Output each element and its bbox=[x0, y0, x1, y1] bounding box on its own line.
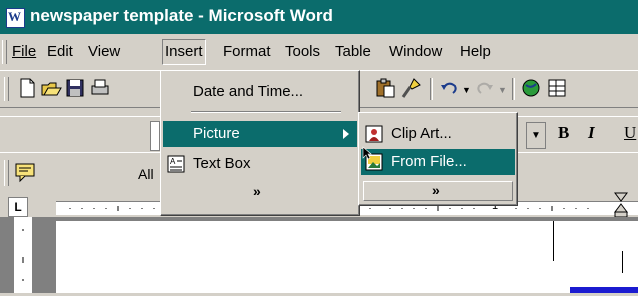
text-box-icon: A bbox=[167, 155, 185, 182]
menu-item-text-box[interactable]: A Text Box bbox=[163, 151, 357, 177]
menu-item-text-box-label: Text Box bbox=[193, 155, 251, 172]
menu-bar: File Edit View Insert Format Tools Table… bbox=[0, 34, 638, 70]
format-painter-icon[interactable] bbox=[400, 77, 422, 99]
menu-item-picture[interactable]: Picture bbox=[163, 121, 357, 147]
menu-item-date-time-label: Date and Time... bbox=[193, 83, 304, 100]
menu-file[interactable]: File bbox=[12, 40, 36, 64]
open-folder-icon[interactable] bbox=[40, 77, 62, 99]
tab-selector-button[interactable]: L bbox=[8, 197, 28, 217]
font-size-dropdown-icon[interactable]: ▼ bbox=[526, 122, 546, 149]
menu-separator bbox=[191, 111, 341, 113]
menu-item-picture-label: Picture bbox=[193, 125, 240, 142]
menu-edit[interactable]: Edit bbox=[47, 40, 73, 64]
toolbar-separator bbox=[430, 78, 433, 100]
column-guide bbox=[622, 251, 623, 273]
menu-item-from-file-label: From File... bbox=[391, 153, 467, 170]
menu-item-date-time[interactable]: Date and Time... bbox=[163, 79, 357, 105]
blue-shape bbox=[570, 287, 638, 293]
undo-dropdown-icon[interactable]: ▼ bbox=[462, 85, 471, 95]
style-combo[interactable] bbox=[150, 121, 160, 151]
tables-borders-icon[interactable] bbox=[546, 77, 568, 99]
comment-icon[interactable] bbox=[14, 161, 36, 183]
underline-button[interactable]: U bbox=[624, 123, 636, 143]
menu-help[interactable]: Help bbox=[460, 40, 491, 64]
menu-expand-icon[interactable]: » bbox=[253, 183, 261, 199]
menubar-grip[interactable] bbox=[2, 40, 7, 64]
title-bar: newspaper template - Microsoft Word bbox=[0, 0, 638, 34]
menu-window[interactable]: Window bbox=[389, 40, 442, 64]
submenu-expand-area[interactable]: » bbox=[363, 181, 513, 201]
undo-icon[interactable] bbox=[438, 77, 460, 99]
style-value-label: All bbox=[138, 166, 154, 182]
vertical-ruler[interactable] bbox=[14, 217, 33, 293]
italic-button[interactable]: I bbox=[588, 123, 595, 143]
menu-item-clip-art[interactable]: Clip Art... bbox=[361, 121, 515, 147]
menu-format[interactable]: Format bbox=[223, 40, 271, 64]
svg-text:A: A bbox=[170, 157, 176, 166]
document-page[interactable] bbox=[56, 221, 638, 293]
web-toolbar-icon[interactable] bbox=[520, 77, 542, 99]
print-icon[interactable] bbox=[88, 77, 110, 99]
toolbar-grip[interactable] bbox=[4, 160, 9, 186]
menu-table[interactable]: Table bbox=[335, 40, 371, 64]
redo-dropdown-icon[interactable]: ▼ bbox=[498, 85, 507, 95]
redo-icon[interactable] bbox=[474, 77, 496, 99]
paste-icon[interactable] bbox=[374, 77, 396, 99]
menu-view[interactable]: View bbox=[88, 40, 120, 64]
toolbar-separator bbox=[512, 78, 515, 100]
insert-menu: Date and Time... Picture A Text Box » bbox=[160, 70, 360, 216]
submenu-arrow-icon bbox=[343, 129, 349, 139]
submenu-expand-icon[interactable]: » bbox=[432, 182, 440, 198]
menu-item-clip-art-label: Clip Art... bbox=[391, 125, 452, 142]
word-app-icon[interactable] bbox=[6, 8, 25, 28]
toolbar-grip[interactable] bbox=[4, 77, 9, 101]
picture-submenu: Clip Art... From File... » bbox=[358, 112, 518, 206]
menu-insert[interactable]: Insert bbox=[162, 39, 206, 65]
menu-tools[interactable]: Tools bbox=[285, 40, 320, 64]
window-title: newspaper template - Microsoft Word bbox=[30, 6, 333, 25]
save-disk-icon[interactable] bbox=[64, 77, 86, 99]
new-document-icon[interactable] bbox=[16, 77, 38, 99]
menu-file-label: File bbox=[12, 43, 37, 60]
document-area bbox=[0, 217, 638, 293]
bold-button[interactable]: B bbox=[558, 123, 569, 143]
menu-item-from-file[interactable]: From File... bbox=[361, 149, 515, 175]
column-guide bbox=[553, 221, 554, 261]
mouse-cursor-icon bbox=[362, 146, 372, 163]
